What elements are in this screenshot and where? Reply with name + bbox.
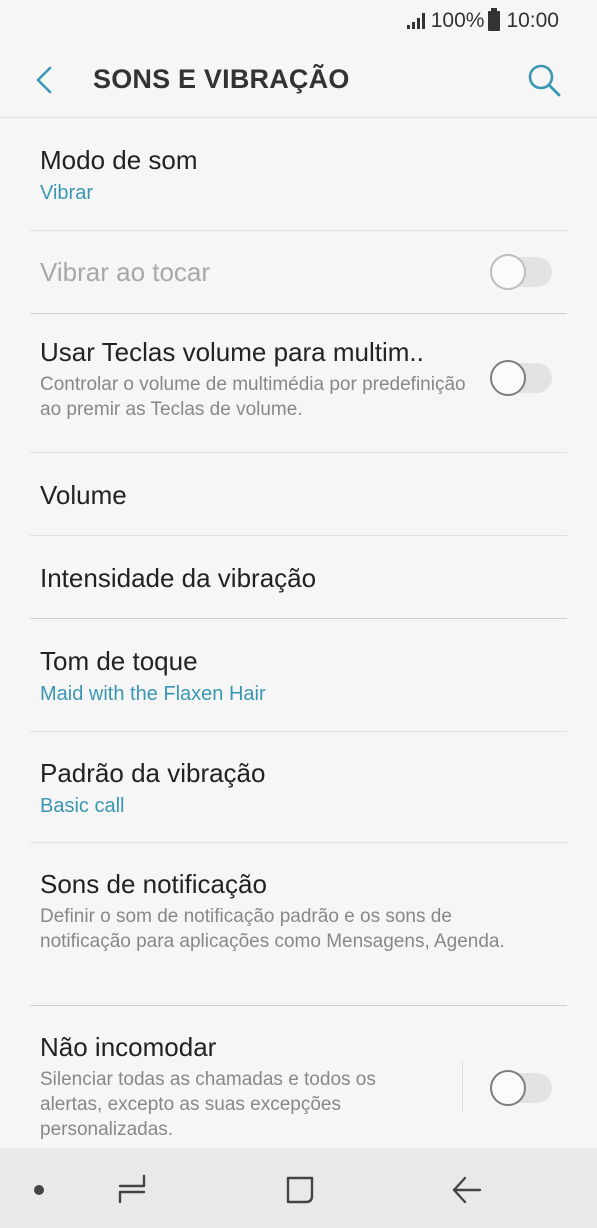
- setting-title: Padrão da vibração: [40, 758, 266, 788]
- setting-description: Definir o som de notificação padrão e os…: [40, 906, 505, 952]
- setting-volume-keys-media[interactable]: Usar Teclas volume para multim.. Control…: [0, 314, 597, 452]
- setting-vibrate-on-touch[interactable]: Vibrar ao tocar: [0, 231, 597, 313]
- toggle-knob: [490, 254, 526, 290]
- setting-volume[interactable]: Volume: [0, 453, 597, 535]
- volume-keys-media-toggle[interactable]: [490, 360, 552, 396]
- setting-description: Controlar o volume de multimédia por pre…: [40, 374, 466, 420]
- setting-title: Sons de notificação: [40, 869, 267, 899]
- signal-icon: [406, 13, 425, 29]
- navigation-bar: [0, 1148, 597, 1228]
- setting-value: Basic call: [40, 795, 125, 817]
- setting-ringtone[interactable]: Tom de toque Maid with the Flaxen Hair: [0, 619, 597, 731]
- setting-title: Volume: [40, 480, 127, 510]
- vertical-separator: [462, 1062, 463, 1112]
- home-icon[interactable]: [284, 1174, 316, 1206]
- setting-vibration-pattern[interactable]: Padrão da vibração Basic call: [0, 732, 597, 842]
- setting-sound-mode[interactable]: Modo de som Vibrar: [0, 119, 597, 230]
- setting-notification-sounds[interactable]: Sons de notificação Definir o som de not…: [0, 843, 597, 1005]
- setting-title: Modo de som: [40, 145, 198, 175]
- setting-title: Usar Teclas volume para multim..: [40, 337, 424, 367]
- page-title: SONS E VIBRAÇÃO: [93, 64, 350, 94]
- setting-value: Vibrar: [40, 182, 93, 204]
- setting-value: Maid with the Flaxen Hair: [40, 683, 266, 705]
- settings-list: Modo de som Vibrar Vibrar ao tocar Usar …: [0, 119, 597, 1156]
- do-not-disturb-toggle[interactable]: [490, 1070, 552, 1106]
- toggle-knob: [490, 360, 526, 396]
- battery-icon: [488, 8, 501, 31]
- setting-title: Não incomodar: [40, 1032, 217, 1062]
- battery-percent: 100%: [430, 9, 485, 32]
- clock: 10:00: [506, 9, 559, 32]
- setting-title: Tom de toque: [40, 646, 198, 676]
- setting-description: Silenciar todas as chamadas e todos os a…: [40, 1069, 376, 1140]
- setting-vibration-intensity[interactable]: Intensidade da vibração: [0, 536, 597, 618]
- toggle-knob: [490, 1070, 526, 1106]
- status-bar: 100% 10:00: [0, 0, 597, 42]
- app-bar: SONS E VIBRAÇÃO: [0, 42, 597, 118]
- search-icon[interactable]: [526, 62, 562, 98]
- setting-title: Vibrar ao tocar: [40, 257, 211, 287]
- back-arrow-icon[interactable]: [30, 64, 62, 96]
- navbar-dot-icon[interactable]: [34, 1185, 44, 1195]
- setting-do-not-disturb[interactable]: Não incomodar Silenciar todas as chamada…: [0, 1006, 597, 1156]
- recent-apps-icon[interactable]: [116, 1174, 148, 1204]
- vibrate-on-touch-toggle[interactable]: [490, 254, 552, 290]
- back-icon[interactable]: [451, 1176, 483, 1204]
- setting-title: Intensidade da vibração: [40, 563, 317, 593]
